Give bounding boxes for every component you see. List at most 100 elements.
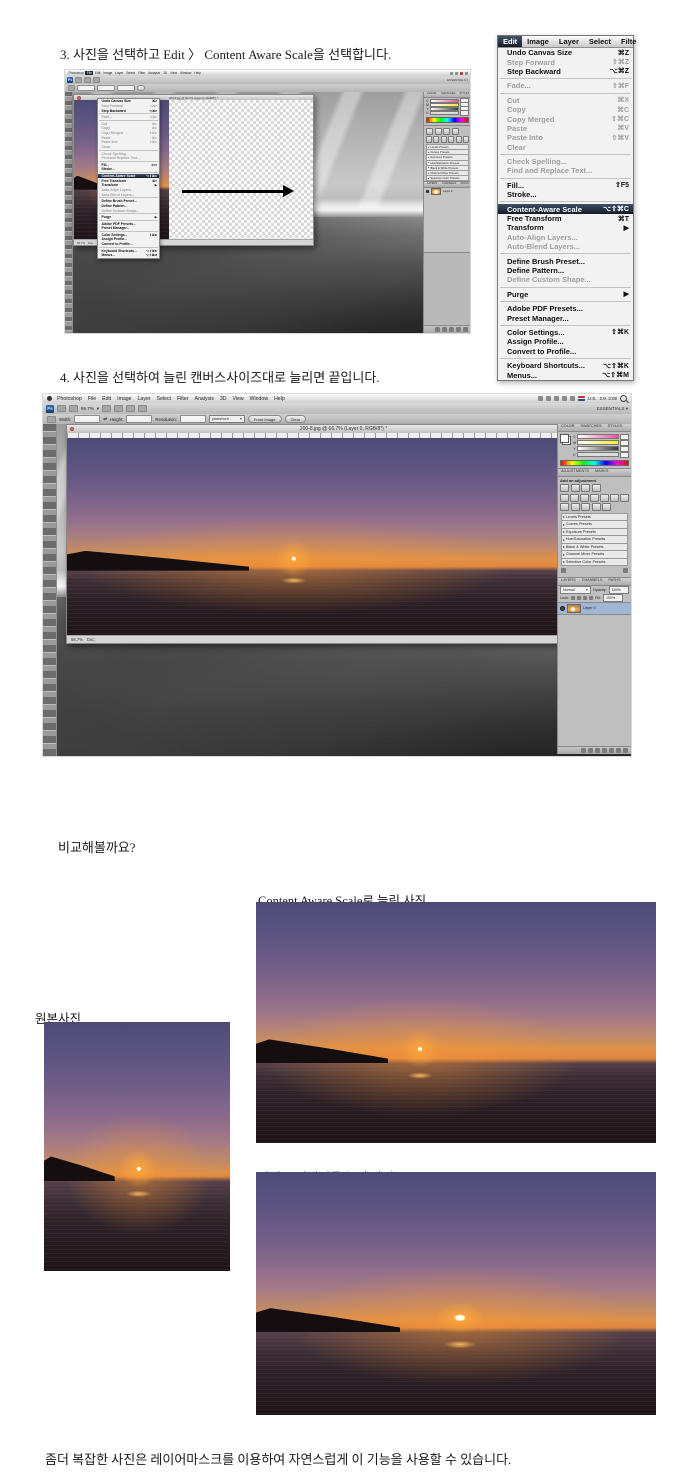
levels-icon[interactable]	[435, 128, 442, 135]
vibrance-icon[interactable]	[560, 494, 569, 502]
preset-row[interactable]: ▸ Selective Color Presets	[561, 558, 628, 567]
menu-item[interactable]: Undo Canvas Size ⌘Z	[498, 48, 633, 57]
mask-icon[interactable]	[449, 327, 454, 332]
workspace-switcher[interactable]: ESSENTIALS ▾	[597, 406, 628, 412]
menu-item[interactable]: Preset Manager...	[498, 313, 633, 322]
menu-item[interactable]: Free Transform ⌘T	[498, 214, 633, 223]
color-slider[interactable]: K	[426, 111, 469, 115]
selective-color-icon[interactable]	[592, 503, 601, 511]
tools-panel[interactable]	[65, 92, 73, 333]
menubar-item[interactable]: File	[85, 71, 93, 75]
hue-saturation-icon[interactable]	[570, 494, 579, 502]
preset-row[interactable]: ▸ Black & White Presets	[561, 543, 628, 551]
menu-item[interactable]: Paste Into ⇧⌘V	[498, 133, 633, 142]
menu-item[interactable]: Keyboard Shortcuts... ⌥⇧⌘K	[498, 361, 633, 370]
menu-item[interactable]: Paste ⌘V	[498, 124, 633, 133]
blend-mode-select[interactable]: Normal ▾	[560, 586, 591, 594]
view-extras-icon[interactable]	[69, 405, 78, 412]
menubar-item[interactable]: Edit	[93, 71, 102, 75]
volume-icon[interactable]	[570, 396, 575, 401]
sync-icon[interactable]	[538, 396, 543, 401]
threshold-icon[interactable]	[571, 503, 580, 511]
menu-item[interactable]: Fill... ⇧F5	[498, 181, 633, 190]
resolution-unit-select[interactable]: pixels/inch ▾	[209, 415, 245, 423]
channel-mixer-icon[interactable]	[463, 136, 469, 143]
group-icon[interactable]	[609, 748, 614, 753]
photo-filter-icon[interactable]	[600, 494, 609, 502]
wifi-icon[interactable]	[562, 396, 567, 401]
panel-tab[interactable]: LAYERS	[424, 182, 439, 187]
menu-item[interactable]: Copy Merged ⇧⌘C	[498, 114, 633, 123]
panel-tab[interactable]: STYLES	[605, 424, 626, 431]
slider-bar[interactable]	[577, 452, 619, 457]
bluetooth-icon[interactable]	[546, 396, 551, 401]
menubar-item[interactable]: Edit	[99, 396, 114, 402]
photo-filter-icon[interactable]	[456, 136, 462, 143]
gradient-map-icon[interactable]	[581, 503, 590, 511]
flag-icon[interactable]	[460, 72, 463, 75]
bw-icon[interactable]	[448, 136, 454, 143]
lock-all-icon[interactable]	[589, 596, 593, 600]
flag-icon[interactable]	[578, 396, 585, 401]
menu-item[interactable]: Clear	[498, 143, 633, 152]
panel-tab[interactable]: SWATCHES	[578, 424, 605, 431]
panel-tab[interactable]: CHANNELS	[579, 578, 606, 585]
close-icon[interactable]	[70, 427, 74, 431]
apple-menu-icon[interactable]	[47, 396, 52, 401]
panel-tab[interactable]: MASKS	[592, 469, 611, 476]
menubar-item[interactable]: Help	[193, 71, 203, 75]
menubar-item[interactable]: Photoshop	[54, 396, 85, 402]
menubar-item[interactable]: Analysis	[191, 396, 216, 402]
wifi-icon[interactable]	[450, 72, 453, 75]
panel-tab[interactable]: LAYERS	[558, 578, 579, 585]
menu-item[interactable]: Copy ⌘C	[498, 105, 633, 114]
menu-item[interactable]: Step Forward ⇧⌘Z	[498, 57, 633, 66]
menubar-item[interactable]: 3D	[217, 396, 230, 402]
curves-icon[interactable]	[581, 484, 590, 492]
menu-bar-item[interactable]: Filte	[616, 36, 641, 47]
menu-item[interactable]: Define Pattern...	[498, 266, 633, 275]
spotlight-icon[interactable]	[620, 395, 627, 402]
menu-item[interactable]: Transform ▶	[498, 223, 633, 232]
opacity-select[interactable]: 100%	[609, 586, 629, 594]
lock-transparency-icon[interactable]	[571, 596, 575, 600]
menu-item[interactable]: Stroke...	[498, 190, 633, 199]
panel-tab[interactable]: PATHS	[458, 182, 470, 187]
posterize-icon[interactable]	[560, 503, 569, 511]
menu-item[interactable]: Step Backward ⌥⌘Z	[498, 67, 633, 76]
menubar-item[interactable]: View	[169, 71, 179, 75]
menubar-item[interactable]: Window	[179, 71, 193, 75]
preset-row[interactable]: ▸ Curves Presets	[561, 520, 628, 528]
bridge-icon[interactable]	[57, 405, 66, 412]
screen-mode-icon[interactable]	[138, 405, 147, 412]
adjustment-icon[interactable]	[602, 748, 607, 753]
options-field[interactable]	[77, 85, 95, 91]
menu-item[interactable]: Check Spelling...	[498, 157, 633, 166]
swap-dimensions-icon[interactable]: ⇄	[103, 416, 107, 422]
resolution-input[interactable]	[180, 415, 206, 423]
link-icon[interactable]	[435, 327, 440, 332]
options-field[interactable]	[117, 85, 135, 91]
tool-preset-icon[interactable]	[68, 85, 75, 91]
workspace-switcher[interactable]: ESSENTIALS ▾	[447, 78, 468, 82]
menubar-item[interactable]: Help	[271, 396, 288, 402]
menu-item[interactable]: Adobe PDF Presets...	[498, 304, 633, 313]
hue-icon[interactable]	[433, 136, 439, 143]
return-icon[interactable]	[561, 568, 566, 573]
fg-bg-color-swatch[interactable]	[560, 434, 571, 445]
slider-value-box[interactable]	[620, 452, 629, 458]
panel-tab[interactable]: COLOR	[558, 424, 578, 431]
slider-bar[interactable]	[577, 440, 619, 445]
zoom-level[interactable]: 66.7%	[71, 637, 83, 642]
menu-item[interactable]: Auto-Blend Layers...	[498, 242, 633, 251]
front-image-button[interactable]: Front Image	[248, 415, 282, 424]
layer-row[interactable]: Layer 0	[424, 188, 470, 194]
panel-tab[interactable]: STYLES	[456, 92, 470, 97]
link-icon[interactable]	[581, 748, 586, 753]
menu-item[interactable]: Define Custom Shape...	[498, 275, 633, 284]
height-input[interactable]	[126, 415, 152, 423]
menu-item[interactable]: Menus... ⌥⇧⌘M	[98, 253, 159, 258]
slider-bar[interactable]	[577, 434, 619, 439]
menu-bar-item[interactable]: Edit	[498, 36, 522, 47]
preset-row[interactable]: ▸ Hue/Saturation Presets	[561, 535, 628, 543]
